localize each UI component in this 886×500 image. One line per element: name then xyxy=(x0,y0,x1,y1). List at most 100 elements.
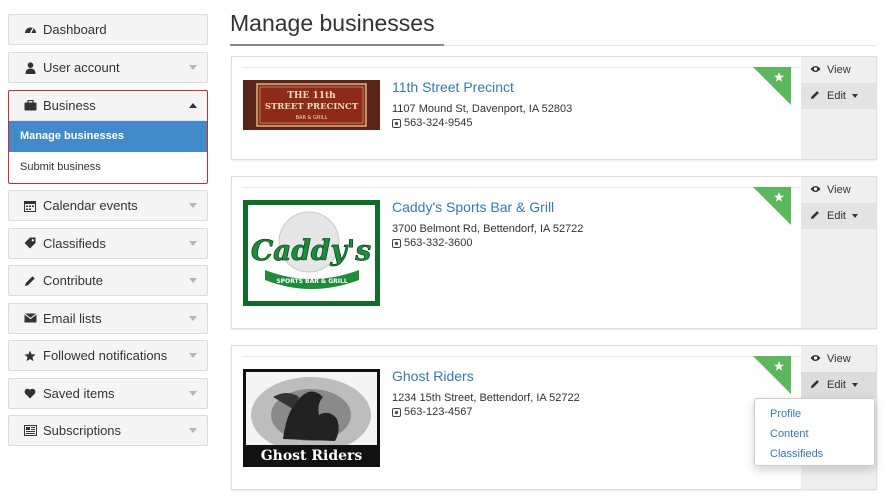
business-menu-group: Business Manage businesses Submit busine… xyxy=(8,89,208,184)
phone-icon xyxy=(392,238,401,248)
business-logo[interactable]: Caddy's SPORTS BAR & GRILL xyxy=(243,200,380,306)
edit-button-label: Edit xyxy=(827,210,846,222)
business-card: Caddy's SPORTS BAR & GRILL Caddy's Sport… xyxy=(231,176,877,329)
chevron-down-icon xyxy=(189,428,197,433)
business-name-link[interactable]: 11th Street Precinct xyxy=(392,79,514,95)
logo-text: STREET PRECINCT xyxy=(265,102,359,112)
sidebar-item-email-lists[interactable]: Email lists xyxy=(8,302,208,334)
dropdown-item-profile[interactable]: Profile xyxy=(755,404,874,424)
chevron-down-icon xyxy=(189,315,197,321)
sidebar-item-classifieds[interactable]: Classifieds xyxy=(8,227,208,259)
view-button-label: View xyxy=(827,184,851,196)
pencil-icon xyxy=(22,275,38,287)
view-button-label: View xyxy=(827,64,851,76)
divider xyxy=(242,356,801,357)
chevron-down-icon xyxy=(189,353,197,358)
calendar-icon xyxy=(22,200,38,212)
featured-star-icon xyxy=(753,356,791,394)
chevron-up-icon xyxy=(189,102,197,108)
sidebar-item-label: User account xyxy=(43,60,120,75)
tag-icon xyxy=(22,237,38,249)
edit-dropdown-menu: Profile Content Classifieds xyxy=(754,398,875,466)
chevron-down-icon xyxy=(189,240,197,246)
edit-button-label: Edit xyxy=(827,379,846,391)
envelope-icon xyxy=(22,313,38,323)
star-icon xyxy=(22,350,38,362)
sidebar-item-label: Business xyxy=(43,97,96,113)
business-phone-number: 563-332-3600 xyxy=(404,237,473,249)
sidebar-subitem-submit-business[interactable]: Submit business xyxy=(9,152,207,183)
sidebar: Dashboard User account Business Manage b… xyxy=(8,14,208,453)
pencil-icon xyxy=(810,379,824,392)
divider xyxy=(242,67,801,68)
caret-down-icon xyxy=(851,94,858,98)
dropdown-item-classifieds[interactable]: Classifieds xyxy=(755,444,874,464)
featured-star-icon xyxy=(753,67,791,105)
sidebar-item-followed-notifications[interactable]: Followed notifications xyxy=(8,340,208,371)
featured-star-icon xyxy=(753,187,791,225)
phone-icon xyxy=(392,118,401,128)
sidebar-item-label: Contribute xyxy=(43,273,103,288)
card-actions: View Edit xyxy=(801,177,876,328)
sidebar-item-label: Subscriptions xyxy=(43,423,122,438)
sidebar-item-label: Classifieds xyxy=(43,235,106,251)
business-card: THE 11th STREET PRECINCT BAR & GRILL 11t… xyxy=(231,56,877,160)
logo-text: SPORTS BAR & GRILL xyxy=(276,278,348,285)
heart-icon xyxy=(22,388,38,399)
sidebar-subitem-manage-businesses[interactable]: Manage businesses xyxy=(9,120,207,152)
sidebar-item-label: Email lists xyxy=(43,310,102,326)
caret-down-icon xyxy=(851,383,858,387)
edit-dropdown-button[interactable]: Edit xyxy=(801,83,876,109)
sidebar-item-user-account[interactable]: User account xyxy=(8,52,208,83)
sidebar-item-subscriptions[interactable]: Subscriptions xyxy=(8,415,208,446)
briefcase-icon xyxy=(22,99,38,111)
edit-dropdown-button[interactable]: Edit xyxy=(801,372,876,398)
page-title: Manage businesses xyxy=(230,10,435,36)
eye-icon xyxy=(810,185,824,196)
sidebar-item-label: Calendar events xyxy=(43,198,138,213)
logo-text: THE 11th xyxy=(287,91,336,101)
eye-icon xyxy=(810,65,824,76)
sidebar-item-business[interactable]: Business xyxy=(9,90,207,121)
business-phone-number: 563-123-4567 xyxy=(404,406,473,418)
business-logo[interactable]: Ghost Riders xyxy=(243,369,380,467)
business-phone: 563-332-3600 xyxy=(392,237,473,249)
card-actions: View Edit xyxy=(801,57,876,159)
sidebar-item-label: Followed notifications xyxy=(43,348,168,363)
sidebar-item-saved-items[interactable]: Saved items xyxy=(8,377,208,409)
business-name-link[interactable]: Ghost Riders xyxy=(392,368,474,384)
business-phone: 563-123-4567 xyxy=(392,406,473,418)
business-address: 3700 Belmont Rd, Bettendorf, IA 52722 xyxy=(392,223,584,235)
view-button[interactable]: View xyxy=(801,57,876,83)
sidebar-item-contribute[interactable]: Contribute xyxy=(8,265,208,296)
business-address: 1234 15th Street, Bettendorf, IA 52722 xyxy=(392,392,580,404)
pencil-icon xyxy=(810,90,824,103)
edit-dropdown-button[interactable]: Edit xyxy=(801,203,876,229)
view-button-label: View xyxy=(827,353,851,365)
edit-button-label: Edit xyxy=(827,90,846,102)
view-button[interactable]: View xyxy=(801,346,876,372)
business-phone-number: 563-324-9545 xyxy=(404,117,473,129)
logo-text: BAR & GRILL xyxy=(296,115,328,121)
chevron-down-icon xyxy=(189,65,197,70)
chevron-down-icon xyxy=(189,203,197,208)
pencil-icon xyxy=(810,210,824,223)
business-address: 1107 Mound St, Davenport, IA 52803 xyxy=(392,103,573,115)
business-logo[interactable]: THE 11th STREET PRECINCT BAR & GRILL xyxy=(243,80,380,130)
sidebar-item-dashboard[interactable]: Dashboard xyxy=(8,14,208,45)
business-phone: 563-324-9545 xyxy=(392,117,473,129)
chevron-down-icon xyxy=(189,390,197,396)
view-button[interactable]: View xyxy=(801,177,876,203)
logo-text: Caddy's xyxy=(251,234,371,267)
sidebar-item-label: Dashboard xyxy=(43,22,107,37)
business-name-link[interactable]: Caddy's Sports Bar & Grill xyxy=(392,199,554,215)
divider xyxy=(230,44,444,46)
dropdown-item-content[interactable]: Content xyxy=(755,424,874,444)
chevron-down-icon xyxy=(189,278,197,283)
sidebar-item-label: Saved items xyxy=(43,385,115,401)
eye-icon xyxy=(810,354,824,365)
sidebar-item-calendar-events[interactable]: Calendar events xyxy=(8,190,208,221)
newspaper-icon xyxy=(22,425,38,436)
logo-text: Ghost Riders xyxy=(261,448,363,464)
caret-down-icon xyxy=(851,214,858,218)
